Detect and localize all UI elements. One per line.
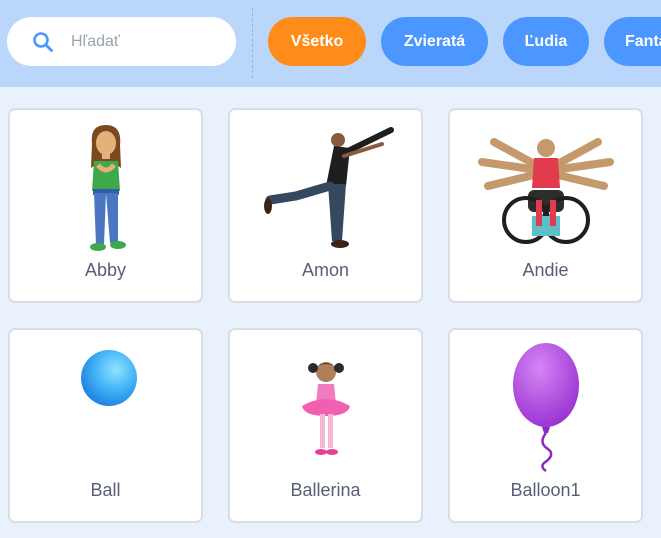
library-filter-bar: Všetko Zvieratá Ľudia Fantasy: [0, 0, 661, 87]
amon-sprite-icon: [263, 126, 394, 248]
sprite-card-ball[interactable]: Ball: [8, 328, 203, 523]
sprite-name: Balloon1: [510, 480, 581, 500]
search-box[interactable]: [7, 17, 236, 66]
andie-sprite-icon: [477, 138, 614, 244]
tab-fantasy[interactable]: Fantasy: [604, 17, 661, 66]
balloon-sprite-icon: [512, 343, 579, 473]
tab-people-label: Ľudia: [524, 32, 568, 50]
sprite-name: Amon: [301, 260, 350, 280]
filter-divider: [252, 8, 253, 78]
tab-people[interactable]: Ľudia: [503, 17, 589, 66]
sprite-name: Andie: [522, 260, 569, 280]
tab-animals[interactable]: Zvieratá: [381, 17, 488, 66]
sprite-name: Abby: [84, 260, 127, 280]
sprite-card-amon[interactable]: Amon: [228, 108, 423, 303]
sprite-name: Ballerina: [290, 480, 361, 500]
ballerina-sprite-icon: [301, 362, 350, 455]
tab-fantasy-label: Fantasy: [625, 32, 661, 50]
tab-all[interactable]: Všetko: [268, 17, 366, 66]
tab-animals-label: Zvieratá: [403, 32, 466, 50]
search-icon: [33, 32, 53, 52]
sprite-card-balloon1[interactable]: Balloon1: [448, 328, 643, 523]
sprite-card-andie[interactable]: Andie: [448, 108, 643, 303]
tab-all-label: Všetko: [290, 32, 344, 50]
sprite-card-abby[interactable]: Abby: [8, 108, 203, 303]
sprite-name: Ball: [90, 480, 121, 500]
sprite-card-ballerina[interactable]: Ballerina: [228, 328, 423, 523]
abby-sprite-icon: [89, 125, 126, 251]
search-input[interactable]: [69, 29, 223, 55]
ball-sprite-icon: [81, 350, 137, 406]
